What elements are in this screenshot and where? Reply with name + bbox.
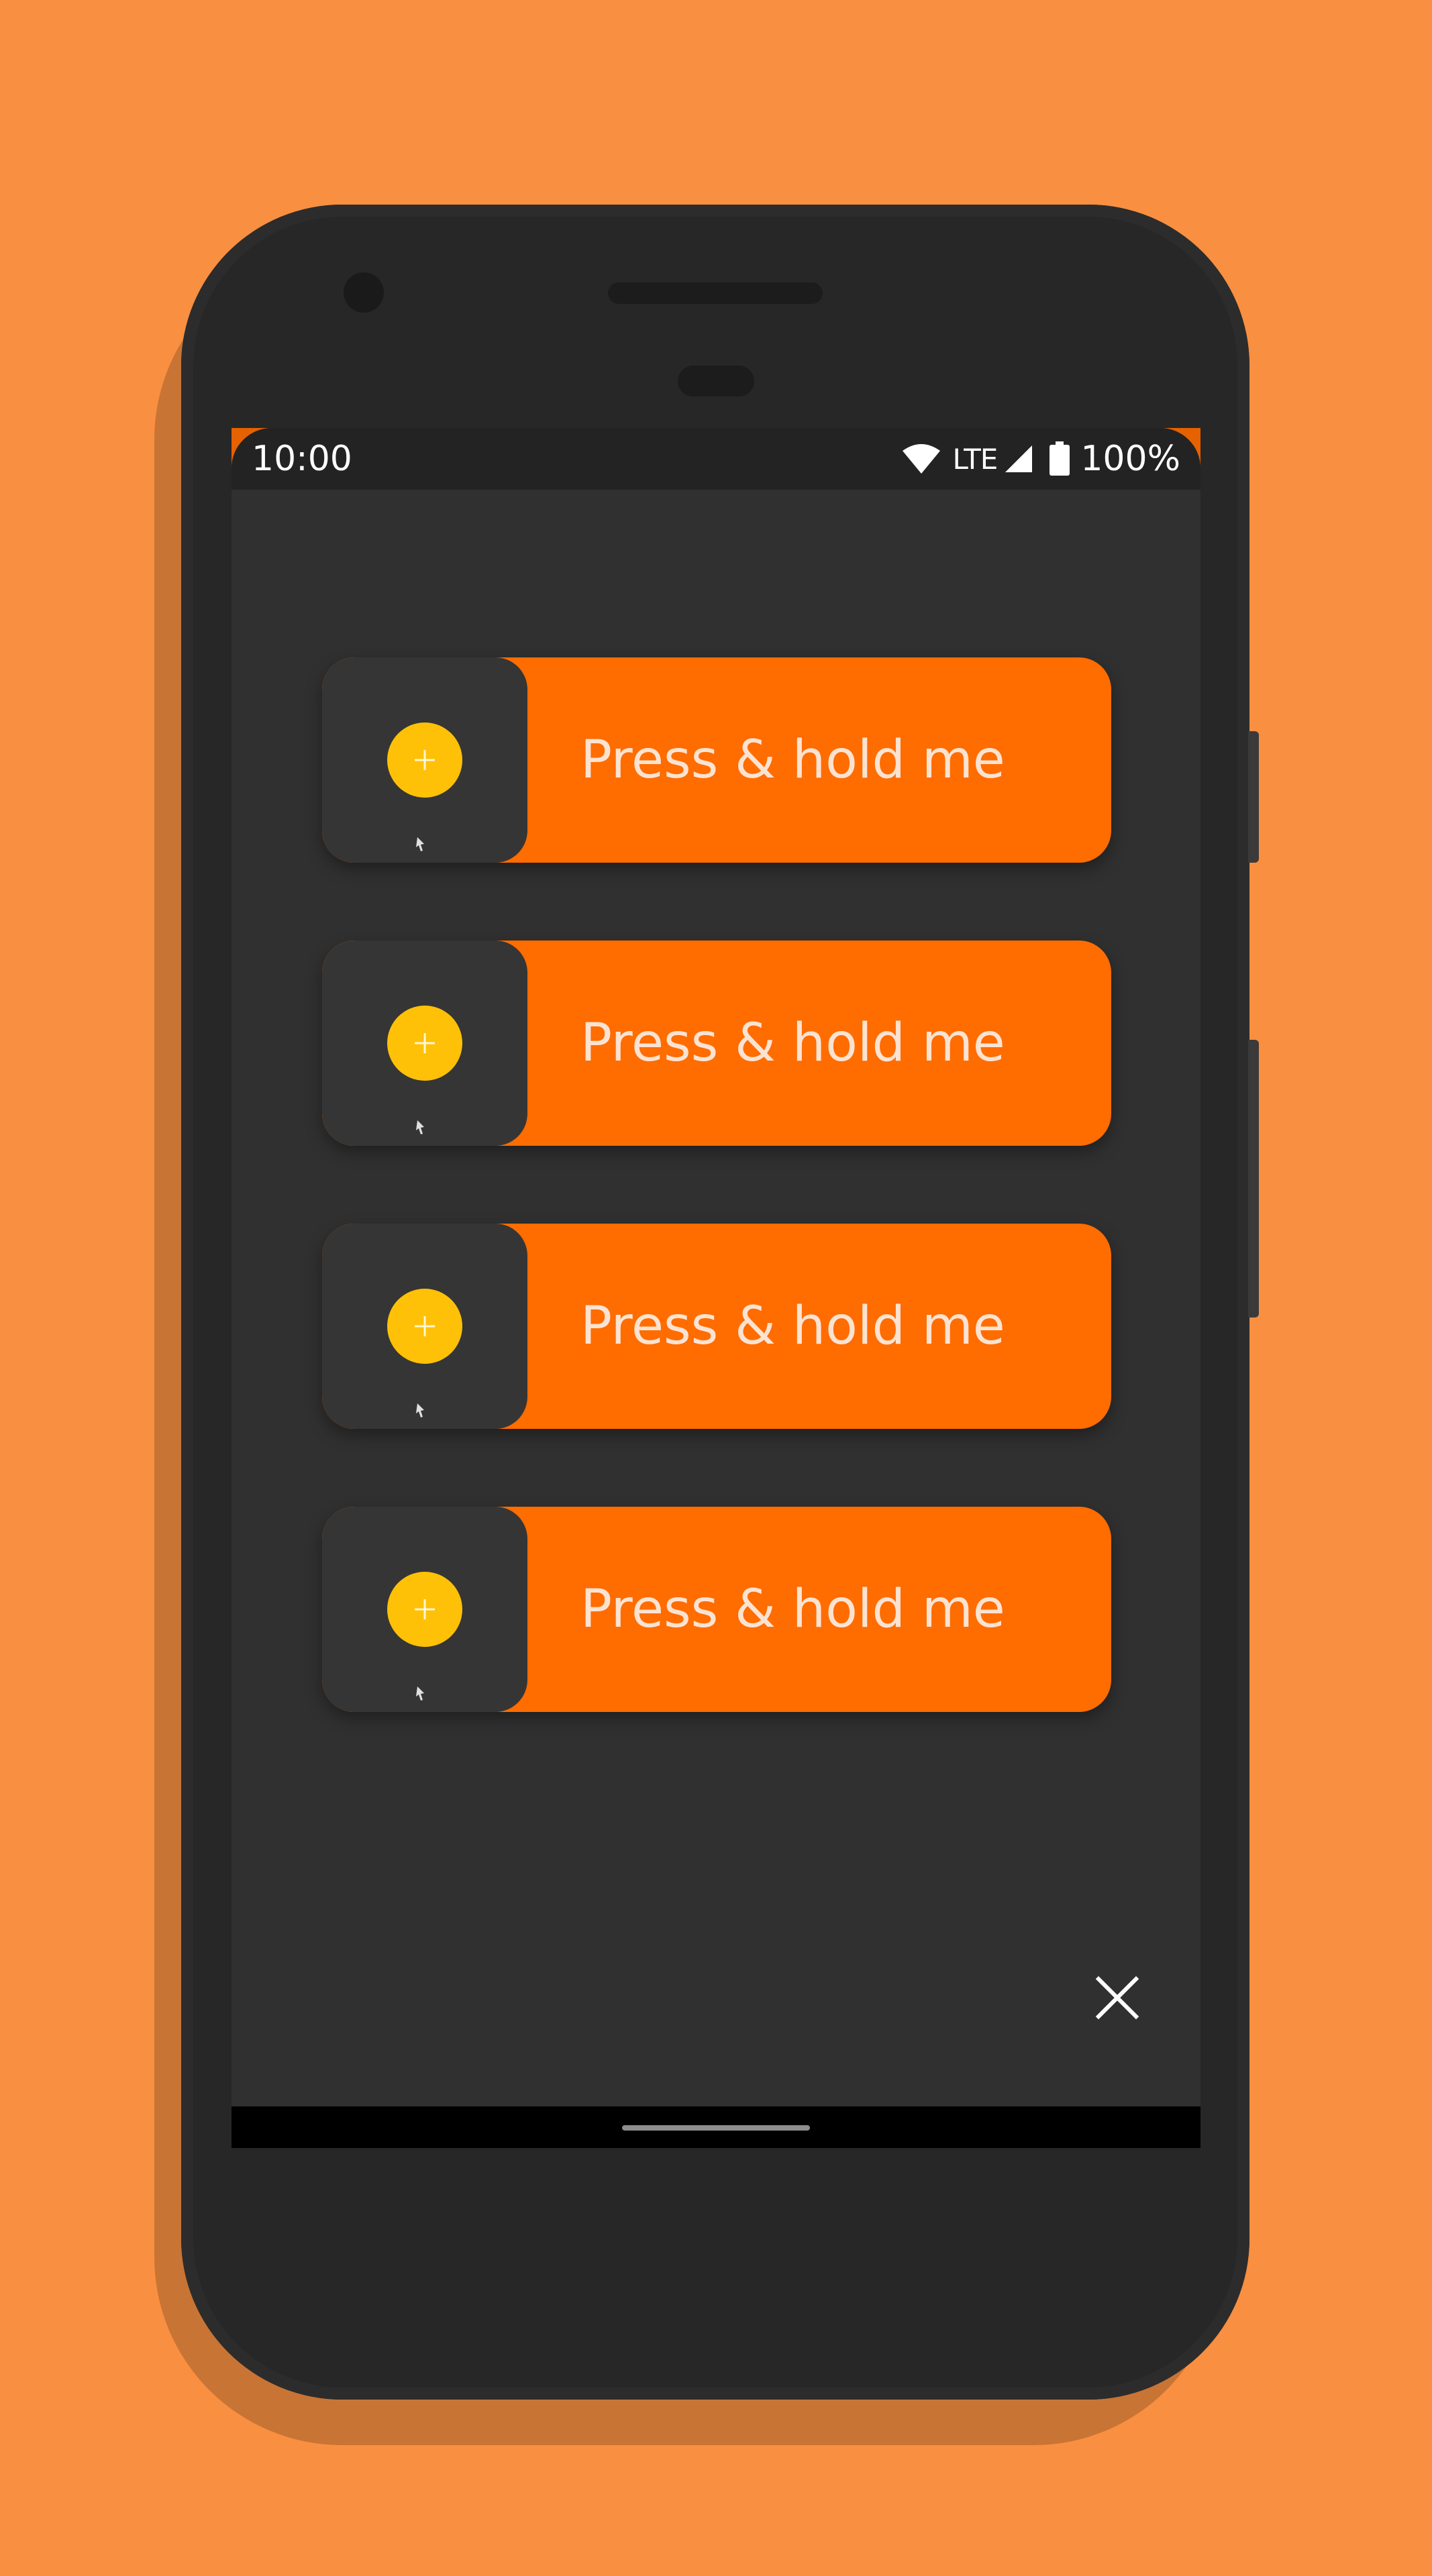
card-icon-block — [322, 1224, 527, 1429]
home-gesture-handle[interactable] — [622, 2125, 810, 2131]
plus-icon[interactable] — [387, 722, 462, 798]
card-icon-block — [322, 1507, 527, 1712]
press-hold-card[interactable]: Press & hold me — [322, 657, 1111, 863]
card-label: Press & hold me — [580, 1579, 1005, 1640]
plus-icon[interactable] — [387, 1006, 462, 1081]
network-type: LTE — [952, 442, 999, 476]
card-icon-block — [322, 657, 527, 863]
wifi-icon — [902, 444, 940, 474]
touch-sparkle-icon — [416, 1686, 424, 1701]
card-label: Press & hold me — [580, 730, 1005, 790]
battery-icon — [1050, 441, 1070, 476]
earpiece-speaker — [608, 282, 823, 304]
touch-sparkle-icon — [416, 1120, 424, 1134]
app-screen: 10:00 LTE 100% Press & hold me Press & h… — [232, 428, 1200, 2148]
plus-icon[interactable] — [387, 1572, 462, 1647]
navigation-bar — [232, 2106, 1200, 2148]
press-hold-card[interactable]: Press & hold me — [322, 941, 1111, 1146]
cell-signal-icon — [1005, 445, 1033, 472]
battery-percent: 100% — [1080, 439, 1180, 479]
plus-icon[interactable] — [387, 1289, 462, 1364]
proximity-sensor — [678, 366, 754, 396]
touch-sparkle-icon — [416, 837, 424, 851]
close-icon[interactable] — [1090, 1971, 1144, 2025]
press-hold-card[interactable]: Press & hold me — [322, 1224, 1111, 1429]
touch-sparkle-icon — [416, 1403, 424, 1417]
card-list: Press & hold me Press & hold me Press & … — [322, 657, 1111, 1790]
card-icon-block — [322, 941, 527, 1146]
status-time: 10:00 — [252, 439, 352, 479]
volume-button — [1248, 1040, 1259, 1318]
status-bar: 10:00 LTE 100% — [232, 428, 1200, 490]
card-label: Press & hold me — [580, 1013, 1005, 1073]
status-icons: LTE 100% — [902, 437, 1180, 480]
power-button — [1248, 731, 1259, 863]
front-camera — [344, 272, 384, 313]
press-hold-card[interactable]: Press & hold me — [322, 1507, 1111, 1712]
card-label: Press & hold me — [580, 1296, 1005, 1356]
